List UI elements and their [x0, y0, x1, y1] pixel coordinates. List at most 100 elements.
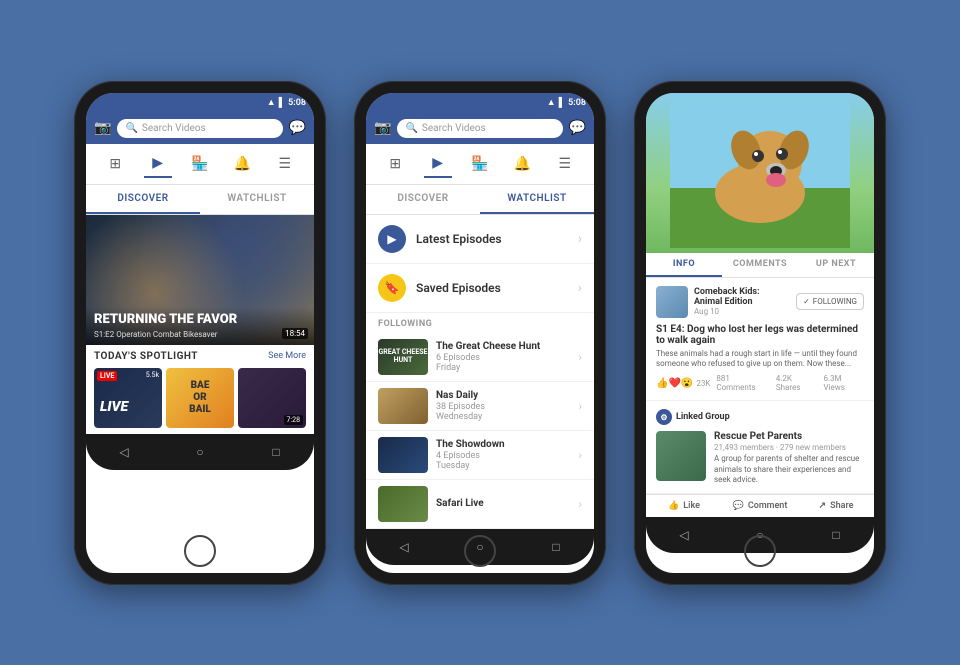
phone-2-tabs: DISCOVER WATCHLIST: [366, 185, 594, 215]
nav-video-icon[interactable]: ▶: [144, 150, 172, 178]
phone-1-search-bar: 📷 🔍 Search Videos 💬: [86, 113, 314, 144]
latest-episodes-icon: ▶: [378, 225, 406, 253]
home-button-1[interactable]: ○: [190, 442, 210, 462]
spotlight-item-dark[interactable]: 7:28: [238, 368, 306, 428]
safari-chevron: ›: [578, 497, 582, 511]
back-button-3[interactable]: ◁: [674, 525, 694, 545]
latest-chevron-icon: ›: [578, 231, 582, 247]
tab-up-next[interactable]: UP NEXT: [798, 253, 874, 277]
time-display-2: 5:08: [568, 98, 586, 108]
show-item-safari[interactable]: Safari Live ›: [366, 480, 594, 529]
tab-watchlist-2[interactable]: WATCHLIST: [480, 185, 594, 214]
phone-1-search-input-wrap[interactable]: 🔍 Search Videos: [117, 119, 282, 138]
signal-icon: ▌: [279, 97, 285, 108]
safari-title: Safari Live: [436, 498, 570, 509]
search-icon-2: 🔍: [405, 123, 417, 134]
back-button-1[interactable]: ◁: [114, 442, 134, 462]
nav-shop-icon-2[interactable]: 🏪: [466, 150, 494, 178]
nav-menu-icon-2[interactable]: ☰: [551, 150, 579, 178]
nav-home-icon[interactable]: ⊞: [101, 150, 129, 178]
linked-icon: ⚙: [656, 409, 672, 425]
hero-duration: 18:54: [282, 328, 308, 339]
like-action[interactable]: 👍 Like: [646, 501, 722, 511]
saved-chevron-icon: ›: [578, 280, 582, 296]
recents-button-3[interactable]: □: [826, 525, 846, 545]
phone-1: ▲ ▌ 5:08 📷 🔍 Search Videos 💬 ⊞ ▶ 🏪 🔔: [74, 81, 326, 585]
action-bar: 👍 Like 💬 Comment ↗ Share: [646, 494, 874, 517]
following-label: FOLLOWING: [366, 313, 594, 333]
cheese-meta: 6 Episodes Friday: [436, 353, 570, 373]
like-icon: 👍: [668, 501, 679, 511]
nav-video-icon-2[interactable]: ▶: [424, 150, 452, 178]
messenger-icon-2[interactable]: 💬: [569, 120, 586, 136]
nav-shop-icon[interactable]: 🏪: [186, 150, 214, 178]
see-more-link[interactable]: See More: [268, 351, 306, 361]
showdown-chevron: ›: [578, 448, 582, 462]
phone-1-tabs: DISCOVER WATCHLIST: [86, 185, 314, 215]
show-item-cheese[interactable]: GREAT CHEESE HUNT The Great Cheese Hunt …: [366, 333, 594, 382]
dog-placeholder: [646, 93, 874, 253]
phone-1-status-bar: ▲ ▌ 5:08: [86, 93, 314, 113]
saved-episodes-icon: 🔖: [378, 274, 406, 302]
camera-icon[interactable]: 📷: [94, 120, 111, 136]
showdown-meta: 4 Episodes Tuesday: [436, 451, 570, 471]
comment-action[interactable]: 💬 Comment: [722, 501, 798, 511]
time-display: 5:08: [288, 98, 306, 108]
phone-2-nav-icons: ⊞ ▶ 🏪 🔔 ☰: [366, 144, 594, 185]
phone-2-search-input-wrap[interactable]: 🔍 Search Videos: [397, 119, 562, 138]
hero-video-overlay: RETURNING THE FAVOR S1:E2 Operation Comb…: [86, 307, 314, 344]
tab-watchlist-1[interactable]: WATCHLIST: [200, 185, 314, 214]
watchlist-section: ▶ Latest Episodes › 🔖 Saved Episodes ›: [366, 215, 594, 313]
tab-discover-1[interactable]: DISCOVER: [86, 185, 200, 214]
tab-info[interactable]: INFO: [646, 253, 722, 277]
phone-3-screen: INFO COMMENTS UP NEXT Comeback Kids: Ani…: [646, 93, 874, 573]
group-members: 21,493 members · 279 new members: [714, 443, 864, 452]
group-desc: A group for parents of shelter and rescu…: [714, 454, 864, 485]
spotlight-section: TODAY'S SPOTLIGHT See More LIVE 5.5k LIV…: [86, 345, 314, 434]
group-card[interactable]: Rescue Pet Parents 21,493 members · 279 …: [656, 431, 864, 485]
live-text-icon: LIVE: [98, 389, 138, 424]
spotlight-item-bae[interactable]: BAE OR BAIL: [166, 368, 234, 428]
showdown-title: The Showdown: [436, 439, 570, 450]
nav-home-icon-2[interactable]: ⊞: [381, 150, 409, 178]
hero-subtitle: S1:E2 Operation Combat Bikesaver: [94, 330, 306, 339]
love-reaction-icon: ❤️: [668, 378, 680, 389]
home-button-2[interactable]: ○: [470, 537, 490, 557]
share-action[interactable]: ↗ Share: [798, 501, 874, 511]
back-button-2[interactable]: ◁: [394, 537, 414, 557]
show-item-showdown[interactable]: The Showdown 4 Episodes Tuesday ›: [366, 431, 594, 480]
tab-discover-2[interactable]: DISCOVER: [366, 185, 480, 214]
hero-video[interactable]: RETURNING THE FAVOR S1:E2 Operation Comb…: [86, 215, 314, 345]
comment-icon: 💬: [733, 501, 744, 511]
nav-menu-icon[interactable]: ☰: [271, 150, 299, 178]
home-button-3[interactable]: ○: [750, 525, 770, 545]
nas-title: Nas Daily: [436, 390, 570, 401]
show-item-nas[interactable]: Nas Daily 38 Episodes Wednesday ›: [366, 382, 594, 431]
show-info-card: Comeback Kids: Animal Edition Aug 10 ✓ F…: [646, 278, 874, 402]
show-name: Comeback Kids: Animal Edition: [694, 287, 790, 307]
checkmark-icon: ✓: [803, 297, 810, 306]
spotlight-item-live[interactable]: LIVE 5.5k LIVE: [94, 368, 162, 428]
recents-button-1[interactable]: □: [266, 442, 286, 462]
showdown-thumb: [378, 437, 428, 473]
info-tabs: INFO COMMENTS UP NEXT: [646, 253, 874, 278]
episode-reactions: 👍 ❤️ 😮 23K 881 Comments 4.2K Shares 6.3M…: [656, 374, 864, 392]
cheese-chevron: ›: [578, 350, 582, 364]
tab-comments[interactable]: COMMENTS: [722, 253, 798, 277]
saved-episodes-item[interactable]: 🔖 Saved Episodes ›: [366, 264, 594, 313]
phone-1-search-placeholder: Search Videos: [142, 123, 206, 134]
saved-episodes-label: Saved Episodes: [416, 281, 568, 295]
nav-bell-icon-2[interactable]: 🔔: [508, 150, 536, 178]
nav-bell-icon[interactable]: 🔔: [228, 150, 256, 178]
camera-icon-2[interactable]: 📷: [374, 120, 391, 136]
nas-info: Nas Daily 38 Episodes Wednesday: [436, 390, 570, 422]
hero-video-content: RETURNING THE FAVOR S1:E2 Operation Comb…: [86, 215, 314, 345]
recents-button-2[interactable]: □: [546, 537, 566, 557]
phone-1-nav-icons: ⊞ ▶ 🏪 🔔 ☰: [86, 144, 314, 185]
latest-episodes-item[interactable]: ▶ Latest Episodes ›: [366, 215, 594, 264]
nas-meta: 38 Episodes Wednesday: [436, 402, 570, 422]
messenger-icon[interactable]: 💬: [289, 120, 306, 136]
linked-group-label: ⚙ Linked Group: [656, 409, 864, 425]
following-button[interactable]: ✓ FOLLOWING: [796, 293, 864, 310]
phone-3: INFO COMMENTS UP NEXT Comeback Kids: Ani…: [634, 81, 886, 585]
